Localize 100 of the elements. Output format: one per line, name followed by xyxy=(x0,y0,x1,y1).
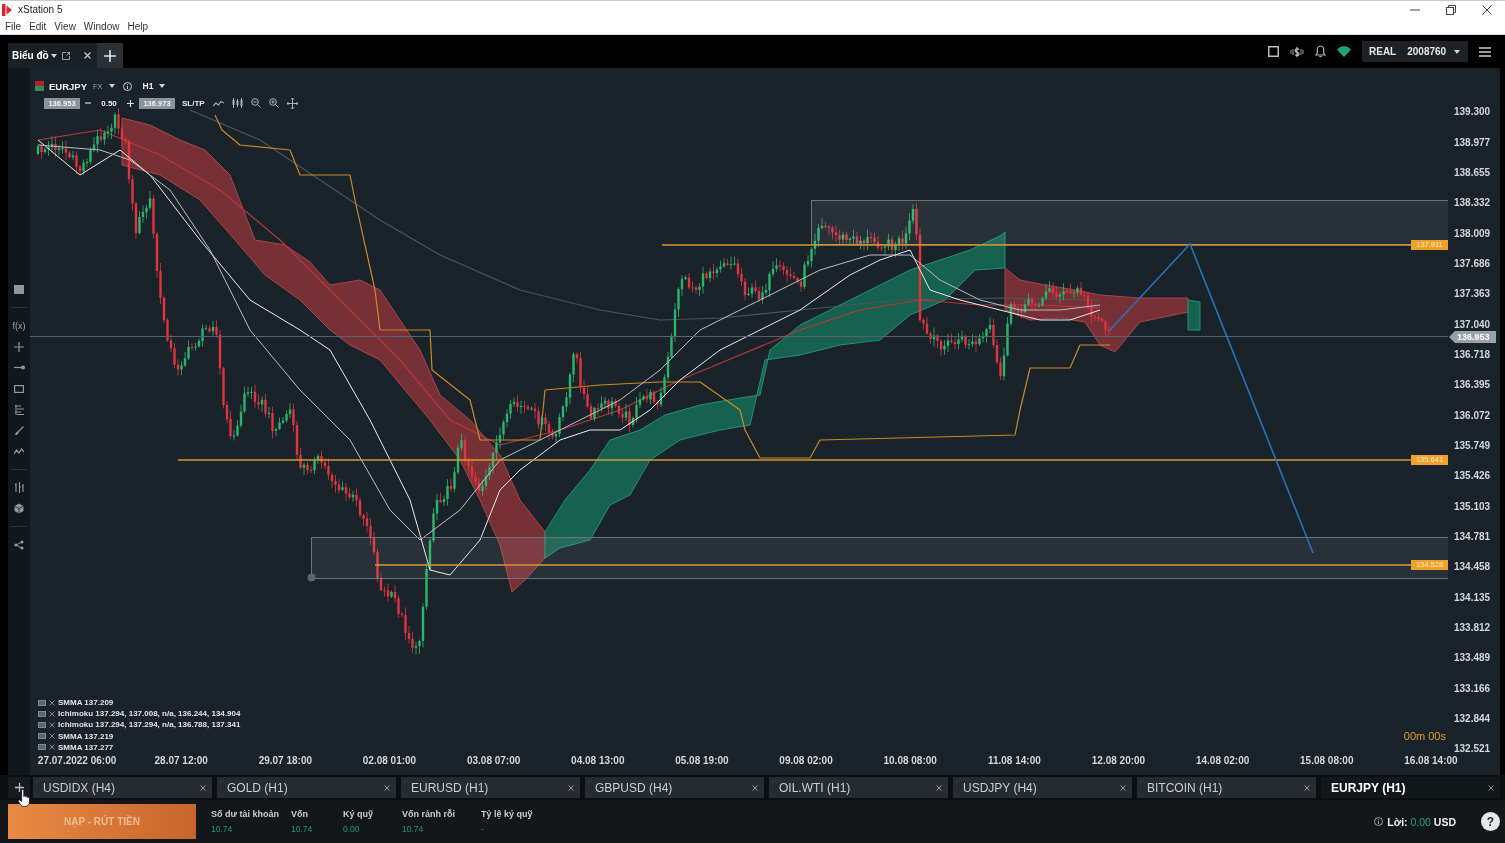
chart-tab[interactable]: EURUSD (H1) xyxy=(401,777,580,798)
price-label: 136.718 xyxy=(1454,349,1491,361)
popout-icon[interactable] xyxy=(61,51,70,60)
list-icon[interactable] xyxy=(38,744,46,751)
close-icon[interactable] xyxy=(568,784,574,791)
list-icon[interactable] xyxy=(38,699,46,706)
workspace-tab[interactable]: Biểu đồ xyxy=(8,43,97,68)
move-icon[interactable] xyxy=(286,97,298,109)
close-icon[interactable] xyxy=(200,784,206,791)
line-chart-icon[interactable] xyxy=(212,99,224,107)
list-icon[interactable] xyxy=(38,733,46,740)
time-label: 03.08 07:00 xyxy=(466,754,521,766)
list-icon[interactable] xyxy=(38,710,46,717)
price-label: 134.135 xyxy=(1454,591,1491,603)
stat-value: 0.00 xyxy=(343,824,360,834)
time-label: 29.07 18:00 xyxy=(258,754,313,766)
close-icon xyxy=(1482,4,1492,15)
time-label: 14.08 02:00 xyxy=(1195,754,1250,766)
close-icon[interactable] xyxy=(1120,784,1126,791)
logo-icon xyxy=(2,3,12,16)
close-icon[interactable] xyxy=(1304,784,1310,791)
chart-tab[interactable]: OIL.WTI (H1) xyxy=(769,777,948,798)
caret-icon xyxy=(50,53,57,58)
price-label: 133.489 xyxy=(1454,652,1491,664)
close-icon[interactable] xyxy=(49,744,55,751)
volume-field[interactable]: 0.50 xyxy=(96,98,122,108)
candlestick-icon[interactable] xyxy=(231,98,243,108)
chart-tab[interactable]: GBPUSD (H4) xyxy=(585,777,764,798)
menu-item[interactable]: File xyxy=(5,20,22,32)
menu-item[interactable]: Edit xyxy=(29,20,47,32)
close-icon[interactable] xyxy=(83,52,91,59)
handle-dot[interactable] xyxy=(307,573,316,582)
window-title: xStation 5 xyxy=(18,4,63,15)
horizontal-line-icon[interactable] xyxy=(13,365,25,370)
chart-tab[interactable]: BITCOIN (H1) xyxy=(1137,777,1316,798)
layout-icon[interactable] xyxy=(1268,46,1279,57)
cube-icon[interactable] xyxy=(14,503,24,514)
close-icon[interactable] xyxy=(49,699,55,706)
brush-icon[interactable] xyxy=(14,426,24,435)
add-tab-button[interactable] xyxy=(8,777,30,798)
price-label: 137.040 xyxy=(1454,318,1491,330)
price-label: 135.103 xyxy=(1454,500,1491,512)
chart-tab[interactable]: USDJPY (H4) xyxy=(953,777,1132,798)
price-label: 138.655 xyxy=(1454,167,1491,179)
maximize-icon xyxy=(1446,4,1456,15)
zoom-in-icon[interactable] xyxy=(268,98,279,108)
current-price-tag: 136.953 xyxy=(1449,331,1496,343)
price-bars-icon[interactable] xyxy=(14,482,24,493)
time-label: 04.08 13:00 xyxy=(571,754,625,766)
zoom-out-icon[interactable] xyxy=(250,98,261,108)
stacked-lines-icon[interactable] xyxy=(14,404,24,415)
info-icon[interactable] xyxy=(122,81,132,91)
price-label: 132.844 xyxy=(1454,713,1491,724)
time-label: 16.08 14:00 xyxy=(1404,754,1458,766)
timeframe-selector[interactable]: H1 xyxy=(142,81,154,91)
close-icon[interactable] xyxy=(49,710,55,717)
plus-icon[interactable] xyxy=(127,99,134,107)
chart-tab[interactable]: GOLD (H1) xyxy=(217,777,396,798)
chart-tab[interactable]: EURJPY (H1) xyxy=(1321,777,1500,798)
time-label: 05.08 19:00 xyxy=(675,754,729,766)
price-label: 135.749 xyxy=(1454,440,1491,452)
time-label: 02.08 01:00 xyxy=(362,754,417,766)
legend-text: SMMA 137.277 xyxy=(58,742,114,752)
close-icon[interactable] xyxy=(49,721,55,728)
close-icon[interactable] xyxy=(384,784,390,791)
menu-item[interactable]: Help xyxy=(127,20,148,32)
menu-item[interactable]: View xyxy=(54,20,76,32)
close-icon[interactable] xyxy=(49,733,55,740)
price-label: 137.363 xyxy=(1454,288,1491,300)
info-icon[interactable] xyxy=(1374,817,1384,826)
crosshair-icon[interactable] xyxy=(14,341,24,352)
close-icon[interactable] xyxy=(752,784,758,791)
sltp-button[interactable]: SL/TP xyxy=(182,98,205,108)
close-icon[interactable] xyxy=(1488,784,1494,791)
rectangle-icon[interactable] xyxy=(14,384,24,393)
list-icon[interactable] xyxy=(38,721,46,728)
minimize-icon xyxy=(1410,8,1420,11)
legend-text: Ichimoku 137.294, 137.294, n/a, 136.788, 137.341 xyxy=(58,720,241,730)
function-button[interactable]: f(x) xyxy=(12,320,26,331)
account-selector[interactable]: REAL 2008760 xyxy=(1362,41,1468,62)
add-workspace-button[interactable] xyxy=(97,43,123,68)
price-label: 139.300 xyxy=(1454,106,1491,118)
time-label: 28.07 12:00 xyxy=(154,754,208,766)
stat-value: 10.74 xyxy=(211,824,233,834)
menu-item[interactable]: Window xyxy=(83,20,120,32)
price-label: 135.426 xyxy=(1454,470,1491,482)
legend-text: SMMA 137.209 xyxy=(58,698,114,708)
caret-icon[interactable] xyxy=(108,84,115,88)
dollar-signal-icon[interactable] xyxy=(1290,45,1304,58)
caret-icon[interactable] xyxy=(159,84,166,88)
symbol-name[interactable]: EURJPY xyxy=(49,80,87,92)
bell-icon[interactable] xyxy=(1315,45,1326,58)
trend-line[interactable] xyxy=(1109,242,1314,554)
chart-tab[interactable]: USDIDX (H4) xyxy=(33,777,212,798)
share-icon[interactable] xyxy=(14,539,24,550)
help-button[interactable]: ? xyxy=(1481,812,1500,831)
menu-icon[interactable] xyxy=(1479,46,1491,57)
time-label: 11.08 14:00 xyxy=(987,754,1041,766)
close-icon[interactable] xyxy=(936,784,942,791)
wave-icon[interactable] xyxy=(14,448,24,455)
